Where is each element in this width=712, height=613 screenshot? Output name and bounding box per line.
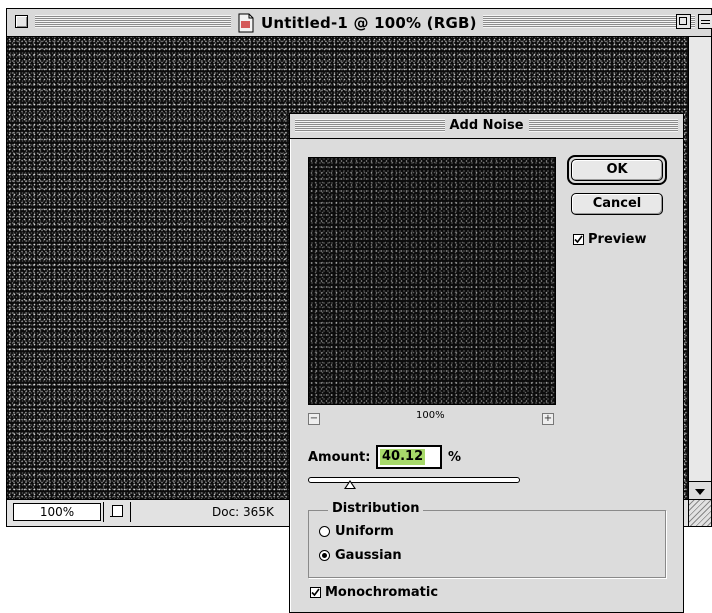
dialog-titlebar[interactable]: Add Noise bbox=[290, 114, 683, 139]
photoshop-document-icon bbox=[237, 13, 255, 33]
zoom-box-icon[interactable] bbox=[676, 14, 691, 29]
radio-uniform-label: Uniform bbox=[335, 524, 394, 539]
document-title-group: Untitled-1 @ 100% (RGB) bbox=[231, 12, 483, 33]
document-size[interactable]: Doc: 365K bbox=[212, 505, 274, 519]
cancel-button[interactable]: Cancel bbox=[571, 193, 663, 215]
preview-checkbox-label: Preview bbox=[588, 232, 647, 247]
ok-button[interactable]: OK bbox=[571, 159, 663, 181]
preview-zoom-out-button[interactable]: − bbox=[308, 413, 320, 425]
amount-unit: % bbox=[448, 450, 462, 465]
document-titlebar[interactable]: Untitled-1 @ 100% (RGB) bbox=[7, 9, 712, 37]
monochromatic-checkbox-row[interactable]: Monochromatic bbox=[310, 585, 438, 600]
filter-preview[interactable] bbox=[308, 157, 556, 405]
amount-slider-track[interactable] bbox=[308, 477, 520, 483]
monochromatic-checkbox-label: Monochromatic bbox=[325, 585, 439, 600]
amount-label: Amount: bbox=[308, 450, 371, 465]
radio-gaussian-button[interactable] bbox=[319, 550, 330, 561]
amount-input[interactable]: 40.12 bbox=[376, 445, 442, 469]
distribution-group bbox=[308, 510, 666, 578]
monochromatic-checkbox[interactable] bbox=[310, 587, 321, 598]
amount-value: 40.12 bbox=[380, 449, 426, 465]
zoom-level-field[interactable]: 100% bbox=[13, 503, 101, 521]
radio-uniform[interactable]: Uniform bbox=[319, 524, 394, 539]
radio-uniform-button[interactable] bbox=[319, 526, 330, 537]
preview-checkbox[interactable] bbox=[573, 234, 584, 245]
document-info-icon[interactable] bbox=[103, 502, 131, 522]
preview-zoom-level: 100% bbox=[416, 410, 445, 421]
distribution-title: Distribution bbox=[328, 501, 424, 516]
document-title: Untitled-1 @ 100% (RGB) bbox=[261, 13, 477, 32]
close-box-icon[interactable] bbox=[15, 15, 28, 28]
add-noise-dialog: Add Noise − 100% + OK Cancel Preview Amo… bbox=[289, 113, 684, 613]
dialog-title: Add Noise bbox=[444, 117, 529, 134]
vertical-scrollbar[interactable] bbox=[688, 37, 711, 502]
radio-gaussian-label: Gaussian bbox=[335, 548, 402, 563]
preview-checkbox-row[interactable]: Preview bbox=[573, 232, 647, 247]
resize-grip-icon[interactable] bbox=[688, 500, 711, 526]
preview-zoom-in-button[interactable]: + bbox=[542, 413, 554, 425]
radio-gaussian[interactable]: Gaussian bbox=[319, 548, 402, 563]
collapse-box-icon[interactable] bbox=[698, 14, 712, 29]
